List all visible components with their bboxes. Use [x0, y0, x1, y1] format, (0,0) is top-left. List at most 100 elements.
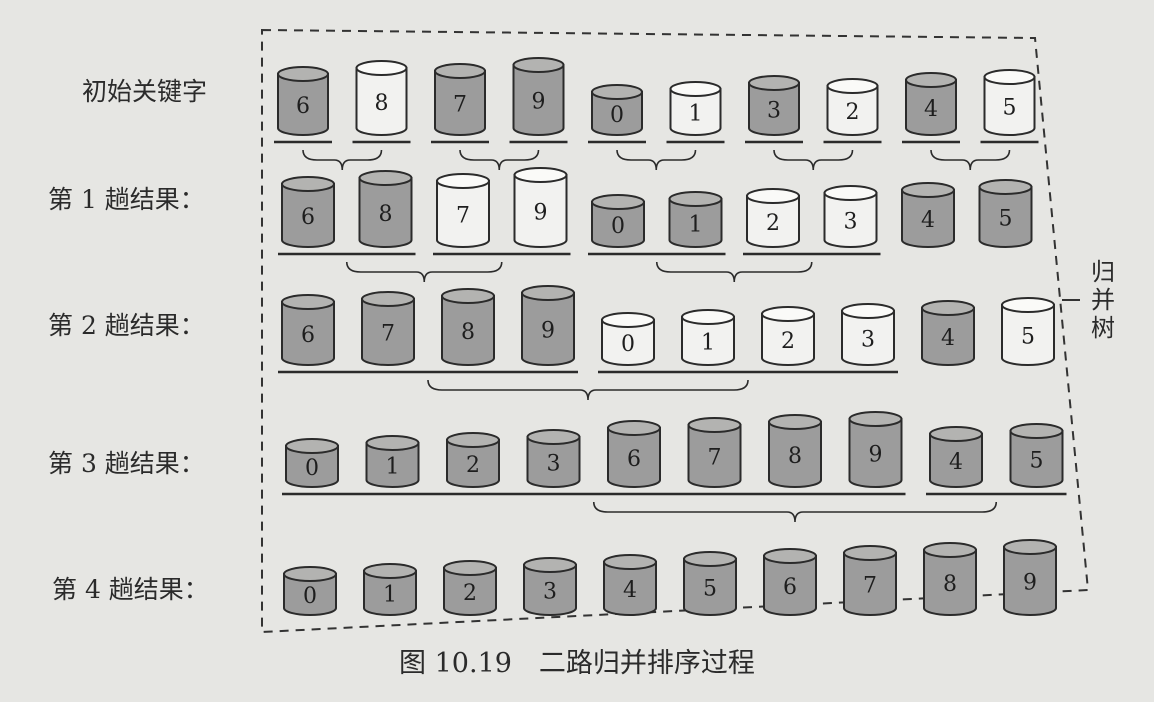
key-value: 7 [863, 574, 877, 599]
row-label-pass-4: 第 4 趟结果： [52, 575, 209, 604]
key-cylinder: 4 [901, 182, 955, 248]
key-cylinder: 5 [1001, 297, 1055, 366]
key-value: 5 [1003, 96, 1017, 121]
key-value: 4 [949, 450, 963, 475]
key-value: 5 [1021, 325, 1035, 350]
key-cylinder: 3 [841, 303, 895, 366]
key-cylinder: 7 [687, 417, 742, 488]
key-value: 7 [381, 322, 395, 347]
key-value: 2 [766, 211, 780, 236]
key-cylinder: 4 [921, 300, 975, 366]
key-value: 7 [708, 446, 722, 471]
merge-brace [616, 149, 697, 171]
merge-brace [459, 149, 540, 171]
key-value: 8 [461, 320, 475, 345]
key-value: 3 [543, 580, 557, 605]
merge-brace [655, 261, 813, 283]
key-cylinder: 1 [365, 435, 420, 488]
side-label: 归 并 树 [1062, 258, 1115, 342]
key-value: 0 [305, 456, 319, 481]
key-cylinder: 5 [1009, 423, 1064, 488]
key-cylinder: 6 [763, 548, 817, 616]
key-cylinder: 8 [441, 288, 495, 366]
key-value: 8 [379, 202, 393, 227]
key-value: 8 [943, 572, 957, 597]
key-value: 1 [689, 213, 703, 238]
key-value: 5 [1030, 449, 1044, 474]
key-cylinder: 1 [363, 563, 417, 616]
key-cylinder: 7 [843, 545, 897, 616]
key-cylinder: 2 [761, 306, 815, 366]
side-label-char-1: 归 [1091, 258, 1115, 286]
key-cylinder: 1 [681, 309, 735, 366]
merge-brace [427, 379, 749, 401]
key-cylinder: 5 [983, 69, 1036, 136]
key-cylinder: 2 [446, 432, 500, 488]
merge-brace [345, 261, 503, 283]
key-value: 4 [924, 97, 938, 122]
key-value: 3 [767, 99, 781, 124]
key-cylinder: 6 [281, 176, 335, 248]
key-cylinder: 2 [443, 560, 497, 616]
key-cylinder: 9 [848, 411, 903, 488]
key-value: 2 [846, 100, 860, 125]
key-value: 0 [611, 214, 625, 239]
key-value: 6 [296, 94, 310, 119]
key-value: 4 [921, 208, 935, 233]
key-cylinder: 4 [929, 426, 983, 488]
key-value: 6 [301, 323, 315, 348]
key-cylinder: 0 [591, 194, 645, 248]
key-value: 6 [301, 205, 315, 230]
row-label-pass-2: 第 2 趟结果： [48, 311, 205, 340]
key-cylinder: 0 [285, 438, 339, 488]
merge-brace [773, 149, 854, 171]
key-value: 3 [547, 452, 561, 477]
key-cylinder: 8 [358, 170, 413, 248]
key-value: 6 [783, 575, 797, 600]
key-value: 1 [689, 102, 703, 127]
key-cylinder: 7 [434, 63, 486, 136]
key-cylinder: 6 [277, 66, 329, 136]
side-label-char-3: 树 [1091, 314, 1115, 342]
row-label-pass-1: 第 1 趟结果： [48, 185, 205, 214]
key-cylinder: 9 [513, 167, 568, 248]
key-value: 9 [1023, 571, 1037, 596]
key-cylinder: 0 [591, 84, 643, 136]
key-cylinder: 5 [978, 179, 1033, 248]
key-cylinder: 3 [748, 75, 800, 136]
key-value: 4 [623, 578, 637, 603]
side-label-char-2: 并 [1091, 286, 1115, 314]
merge-brace [302, 149, 383, 171]
merge-brace [592, 501, 998, 523]
key-value: 7 [453, 93, 467, 118]
key-cylinder: 6 [281, 294, 335, 366]
key-cylinder: 9 [512, 57, 565, 136]
key-value: 2 [781, 329, 795, 354]
key-value: 9 [532, 90, 546, 115]
key-cylinder: 4 [603, 554, 657, 616]
key-value: 7 [456, 204, 470, 229]
key-value: 1 [701, 331, 715, 356]
key-value: 0 [610, 103, 624, 128]
key-cylinder: 5 [683, 551, 737, 616]
key-cylinder: 3 [526, 429, 581, 488]
key-value: 4 [941, 326, 955, 351]
key-cylinder: 0 [283, 566, 337, 616]
key-value: 9 [534, 201, 548, 226]
merge-brace [930, 149, 1011, 171]
key-value: 8 [788, 444, 802, 469]
key-value: 6 [627, 447, 641, 472]
key-cylinder: 8 [923, 542, 977, 616]
key-value: 8 [375, 91, 389, 116]
merge-sort-diagram: 归 并 树 初始关键字 第 1 趟结果： 第 2 趟结果： 第 3 趟结果： 第… [48, 28, 1115, 679]
key-value: 9 [541, 319, 555, 344]
key-value: 0 [621, 332, 635, 357]
key-cylinder: 2 [826, 78, 879, 136]
key-cylinder: 7 [361, 291, 415, 366]
key-value: 1 [386, 455, 400, 480]
key-value: 2 [466, 453, 480, 478]
key-value: 5 [999, 207, 1013, 232]
key-cylinder: 1 [668, 191, 723, 248]
figure-caption: 图 10.19 二路归并排序过程 [399, 648, 755, 679]
key-value: 2 [463, 581, 477, 606]
